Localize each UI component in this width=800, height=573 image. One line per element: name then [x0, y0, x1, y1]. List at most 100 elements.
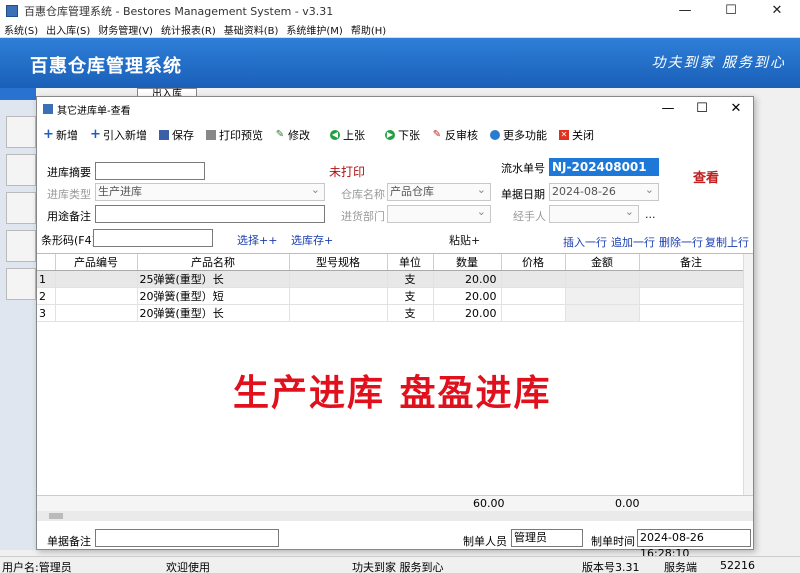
col-code[interactable]: 产品编号: [55, 254, 138, 271]
next-button[interactable]: ▶ 下张: [379, 125, 426, 145]
col-name[interactable]: 产品名称: [137, 254, 290, 271]
cell-price[interactable]: [501, 304, 566, 322]
menu-stock-io[interactable]: 出入库(S): [42, 22, 94, 37]
cell-name[interactable]: 20弹簧(重型）长: [137, 304, 290, 322]
paste-button[interactable]: 粘贴+: [449, 232, 480, 248]
cell-code[interactable]: [55, 287, 138, 305]
cell-code[interactable]: [55, 304, 138, 322]
dialog-minimize-button[interactable]: —: [651, 97, 685, 121]
nav-button-4[interactable]: [6, 230, 36, 262]
app-icon: [6, 5, 18, 17]
date-label: 单据日期: [501, 188, 545, 201]
insert-row-link[interactable]: 插入一行: [563, 234, 607, 250]
cell-amount: [565, 304, 640, 322]
handler-more-button[interactable]: ...: [645, 208, 656, 221]
menu-maintenance[interactable]: 系统维护(M): [282, 22, 346, 37]
barcode-input[interactable]: [93, 229, 213, 247]
prev-button[interactable]: ◀ 上张: [324, 125, 371, 145]
select-stock-link[interactable]: 选库存+: [291, 232, 333, 248]
menu-system[interactable]: 系统(S): [0, 22, 42, 37]
nav-button-3[interactable]: [6, 192, 36, 224]
status-welcome: 欢迎使用: [166, 561, 210, 573]
dialog-close-button[interactable]: ✕: [719, 97, 753, 121]
cell-name[interactable]: 25弹簧(重型）长: [137, 270, 290, 288]
serial-number-field[interactable]: NJ-202408001: [549, 158, 659, 176]
remark-input[interactable]: [95, 205, 325, 223]
vertical-scrollbar[interactable]: [743, 254, 753, 516]
serial-label: 流水单号: [501, 162, 545, 175]
minimize-button[interactable]: —: [662, 0, 708, 22]
edit-button[interactable]: ✎ 修改: [269, 125, 316, 145]
select-link[interactable]: 选择++: [237, 232, 277, 248]
cell-qty[interactable]: 20.00: [433, 304, 502, 322]
close-button[interactable]: ✕: [754, 0, 800, 22]
table-row[interactable]: 3 20弹簧(重型）长 支 20.00: [37, 304, 744, 322]
close-dialog-button[interactable]: ✕ 关闭: [553, 125, 600, 145]
print-preview-button[interactable]: 打印预览: [200, 125, 269, 145]
scrollbar-thumb[interactable]: [49, 513, 63, 519]
cell-spec[interactable]: [289, 287, 388, 305]
menu-finance[interactable]: 财务管理(V): [94, 22, 157, 37]
cell-unit[interactable]: 支: [387, 304, 434, 322]
dialog-icon: [43, 104, 53, 114]
col-amount[interactable]: 金额: [565, 254, 640, 271]
copy-row-link[interactable]: 复制上行: [705, 234, 749, 250]
cell-price[interactable]: [501, 287, 566, 305]
close-icon: ✕: [559, 130, 569, 140]
summary-input[interactable]: [95, 162, 205, 180]
cell-qty[interactable]: 20.00: [433, 270, 502, 288]
append-row-link[interactable]: 追加一行: [611, 234, 655, 250]
unreview-label: 反审核: [445, 129, 478, 142]
warehouse-select[interactable]: 产品仓库: [387, 182, 491, 201]
nav-button-1[interactable]: [6, 116, 36, 148]
cell-remark[interactable]: [639, 287, 744, 305]
next-label: 下张: [398, 129, 420, 142]
import-new-button[interactable]: + 引入新增: [84, 125, 153, 145]
note-input[interactable]: [95, 529, 279, 547]
horizontal-scrollbar[interactable]: [37, 511, 753, 521]
menu-help[interactable]: 帮助(H): [347, 22, 390, 37]
save-button[interactable]: 保存: [153, 125, 200, 145]
unreview-button[interactable]: ✎ 反审核: [426, 125, 484, 145]
stock-in-type-overlay: 生产进库 盘盈进库: [233, 373, 552, 414]
create-time-label: 制单时间: [591, 535, 635, 548]
cell-spec[interactable]: [289, 270, 388, 288]
cell-spec[interactable]: [289, 304, 388, 322]
new-button[interactable]: + 新增: [37, 125, 84, 145]
nav-button-2[interactable]: [6, 154, 36, 186]
handler-select[interactable]: [549, 204, 639, 223]
col-remark[interactable]: 备注: [639, 254, 744, 271]
save-icon: [159, 130, 169, 140]
col-spec[interactable]: 型号规格: [289, 254, 388, 271]
edit-icon: ✎: [275, 129, 285, 140]
cell-remark[interactable]: [639, 270, 744, 288]
more-button[interactable]: 更多功能: [484, 125, 553, 145]
cell-qty[interactable]: 20.00: [433, 287, 502, 305]
nav-button-5[interactable]: [6, 268, 36, 300]
maximize-button[interactable]: ☐: [708, 0, 754, 22]
handler-label: 经手人: [513, 210, 546, 223]
cell-name[interactable]: 20弹簧(重型）短: [137, 287, 290, 305]
plus-icon: +: [43, 127, 54, 142]
cell-unit[interactable]: 支: [387, 287, 434, 305]
delete-row-link[interactable]: 删除一行: [659, 234, 703, 250]
dialog-maximize-button[interactable]: ☐: [685, 97, 719, 121]
cell-remark[interactable]: [639, 304, 744, 322]
menu-reports[interactable]: 统计报表(R): [157, 22, 220, 37]
table-row[interactable]: 2 20弹簧(重型）短 支 20.00: [37, 287, 744, 305]
plus-icon: +: [90, 127, 101, 142]
document-date-field[interactable]: 2024-08-26: [549, 182, 659, 201]
stock-in-type-select[interactable]: 生产进库: [95, 182, 325, 201]
import-new-label: 引入新增: [103, 129, 147, 142]
col-price[interactable]: 价格: [501, 254, 566, 271]
cell-unit[interactable]: 支: [387, 270, 434, 288]
cell-code[interactable]: [55, 270, 138, 288]
col-qty[interactable]: 数量: [433, 254, 502, 271]
cell-price[interactable]: [501, 270, 566, 288]
dept-select[interactable]: [387, 204, 491, 223]
menu-basic-data[interactable]: 基础资料(B): [220, 22, 283, 37]
toolbar: + 新增 + 引入新增 保存 打印预览 ✎ 修改 ◀ 上张 ▶ 下张 ✎ 反审核 更多功能 …: [37, 125, 753, 145]
grid-header: 产品编号 产品名称 型号规格 单位 数量 价格 金额 备注: [37, 254, 744, 271]
table-row[interactable]: 1 25弹簧(重型）长 支 20.00: [37, 270, 744, 288]
col-unit[interactable]: 单位: [387, 254, 434, 271]
